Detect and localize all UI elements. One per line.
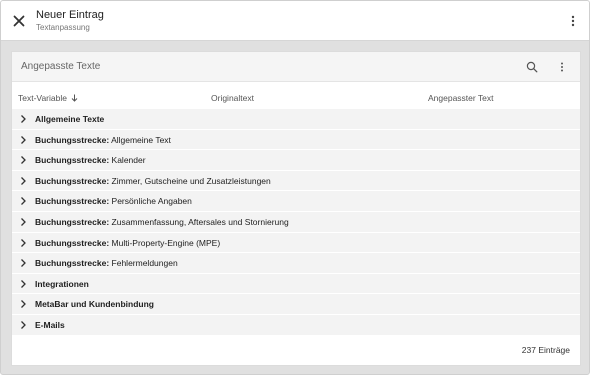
chevron-right-icon[interactable] <box>19 114 27 124</box>
column-label: Text-Variable <box>18 93 67 103</box>
row-label-rest: Allgemeine Text <box>109 134 171 145</box>
row-label-bold: Buchungsstrecke: <box>35 237 110 248</box>
row-label: Integrationen <box>35 279 89 289</box>
table-row[interactable]: Buchungsstrecke: Zusammenfassung, Afters… <box>12 210 580 232</box>
card-header: Angepasste Texte <box>12 52 580 82</box>
row-label-rest: Multi-Property-Engine (MPE) <box>109 237 221 248</box>
more-vertical-icon <box>571 15 575 27</box>
chevron-right-icon[interactable] <box>19 320 27 330</box>
row-label-bold: Integrationen <box>35 278 89 289</box>
table-row[interactable]: MetaBar und Kundenbindung <box>12 293 580 314</box>
row-label-bold: Buchungsstrecke: <box>35 134 110 145</box>
close-button[interactable] <box>9 11 29 31</box>
row-label: Buchungsstrecke: Zimmer, Gutscheine und … <box>35 176 271 186</box>
card-title: Angepasste Texte <box>21 61 101 72</box>
row-label-bold: Buchungsstrecke: <box>35 216 110 227</box>
column-header-custom-text[interactable]: Angepasster Text <box>428 93 494 103</box>
row-label-rest: Kalender <box>109 155 146 166</box>
chevron-right-icon[interactable] <box>19 176 27 186</box>
chevron-right-icon[interactable] <box>19 258 27 268</box>
chevron-right-icon[interactable] <box>19 238 27 248</box>
row-label-bold: Buchungsstrecke: <box>35 258 110 269</box>
table-row[interactable]: Allgemeine Texte <box>12 108 580 129</box>
table-row[interactable]: Buchungsstrecke: Allgemeine Text <box>12 128 580 150</box>
title-block: Neuer Eintrag Textanpassung <box>36 9 104 33</box>
table-header: Text-Variable Originaltext Angepasster T… <box>12 90 580 106</box>
row-label: MetaBar und Kundenbindung <box>35 299 154 309</box>
more-vertical-icon <box>561 62 563 72</box>
chevron-right-icon[interactable] <box>19 217 27 227</box>
close-icon <box>13 15 25 27</box>
row-label-bold: MetaBar und Kundenbindung <box>35 299 154 310</box>
page-title: Neuer Eintrag <box>36 9 104 21</box>
row-label-bold: Allgemeine Texte <box>35 114 105 124</box>
table-row[interactable]: E-Mails <box>12 313 580 335</box>
row-label-rest: Fehlermeldungen <box>109 258 178 269</box>
row-label-bold: Buchungsstrecke: <box>35 155 110 166</box>
row-label: Buchungsstrecke: Fehlermeldungen <box>35 258 178 268</box>
table-row[interactable]: Buchungsstrecke: Zimmer, Gutscheine und … <box>12 169 580 191</box>
row-label: Allgemeine Texte <box>35 114 104 124</box>
row-label: Buchungsstrecke: Kalender <box>35 155 146 165</box>
page-subtitle: Textanpassung <box>36 23 90 32</box>
card-menu-button[interactable] <box>558 60 566 74</box>
table-body: Allgemeine Texte Buchungsstrecke: Allgeme… <box>12 108 580 335</box>
table-row[interactable]: Buchungsstrecke: Multi-Property-Engine (… <box>12 231 580 253</box>
entry-count: 237 Einträge <box>521 345 570 355</box>
custom-texts-card: Angepasste Texte Text-Variable Originalt… <box>11 51 581 366</box>
row-label-bold: Buchungsstrecke: <box>35 175 110 186</box>
row-label: Buchungsstrecke: Multi-Property-Engine (… <box>35 238 220 248</box>
search-button[interactable] <box>526 60 540 74</box>
row-label-bold: Buchungsstrecke: <box>35 196 110 207</box>
chevron-right-icon[interactable] <box>19 279 27 289</box>
top-bar: Neuer Eintrag Textanpassung <box>1 1 589 41</box>
row-label: Buchungsstrecke: Zusammenfassung, Afters… <box>35 217 289 227</box>
chevron-right-icon[interactable] <box>19 155 27 165</box>
row-label: Buchungsstrecke: Persönliche Angaben <box>35 196 192 206</box>
row-label: E-Mails <box>35 320 65 330</box>
chevron-right-icon[interactable] <box>19 135 27 145</box>
table-row[interactable]: Buchungsstrecke: Persönliche Angaben <box>12 190 580 211</box>
row-label-rest: Zusammenfassung, Aftersales und Stornier… <box>109 216 289 227</box>
row-label: Buchungsstrecke: Allgemeine Text <box>35 135 171 145</box>
row-label-rest: Persönliche Angaben <box>109 196 192 207</box>
column-header-original-text[interactable]: Originaltext <box>211 93 254 103</box>
table-row[interactable]: Buchungsstrecke: Fehlermeldungen <box>12 252 580 273</box>
chevron-right-icon[interactable] <box>19 299 27 309</box>
column-header-text-variable[interactable]: Text-Variable <box>18 93 78 103</box>
row-label-rest: Zimmer, Gutscheine und Zusatzleistungen <box>109 175 271 186</box>
top-menu-button[interactable] <box>567 13 579 29</box>
row-label-bold: E-Mails <box>35 319 65 330</box>
arrow-down-icon <box>71 94 78 102</box>
chevron-right-icon[interactable] <box>19 196 27 206</box>
window-frame: Neuer Eintrag Textanpassung Angepasste T… <box>0 0 590 375</box>
table-row[interactable]: Buchungsstrecke: Kalender <box>12 149 580 170</box>
search-icon <box>526 61 538 73</box>
table-row[interactable]: Integrationen <box>12 272 580 294</box>
